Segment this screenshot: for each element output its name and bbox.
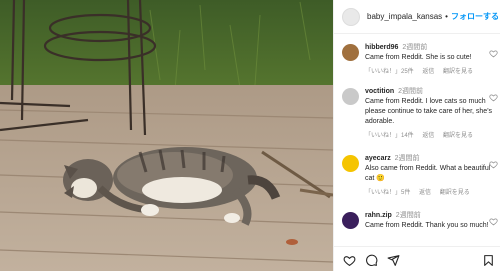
post-header: baby_impala_kansas • フォローする xyxy=(334,0,500,34)
commenter-username[interactable]: ayecarz xyxy=(365,155,391,162)
bookmark-icon[interactable] xyxy=(482,254,495,267)
commenter-avatar[interactable] xyxy=(342,88,359,105)
comment-time: 2週間前 xyxy=(402,44,428,51)
comment-time: 2週間前 xyxy=(398,88,424,95)
owner-username[interactable]: baby_impala_kansas xyxy=(367,12,442,21)
comment-time: 2週間前 xyxy=(395,212,421,219)
translate-button[interactable]: 翻訳を見る xyxy=(443,69,473,75)
reply-button[interactable]: 返信 xyxy=(419,190,431,196)
commenter-avatar[interactable] xyxy=(342,212,359,229)
reply-button[interactable]: 返信 xyxy=(422,133,434,139)
share-icon[interactable] xyxy=(387,254,400,267)
separator-dot: • xyxy=(445,12,448,21)
commenter-username[interactable]: hibberd96 xyxy=(365,44,398,51)
follow-button[interactable]: フォローする xyxy=(451,11,499,22)
comment-time: 2週間前 xyxy=(394,155,420,162)
heart-icon[interactable] xyxy=(343,254,356,267)
comment-text: Also came from Reddit. What a beautiful … xyxy=(365,165,491,182)
post-actions-bar xyxy=(334,246,500,272)
post-sidebar: baby_impala_kansas • フォローする hibberd96 2週… xyxy=(333,0,500,271)
comment-text: Came from Reddit. She is so cute! xyxy=(365,54,472,61)
commenter-username[interactable]: voctition xyxy=(365,88,394,95)
comment-icon[interactable] xyxy=(365,254,378,267)
commenter-avatar[interactable] xyxy=(342,155,359,172)
heart-icon[interactable] xyxy=(489,49,498,58)
comment-likes[interactable]: 「いいね！」5件 xyxy=(365,190,410,196)
cat-photo-image xyxy=(0,0,333,271)
comment-likes[interactable]: 「いいね！」25件 xyxy=(365,69,414,75)
translate-button[interactable]: 翻訳を見る xyxy=(440,190,470,196)
heart-icon[interactable] xyxy=(489,217,498,226)
post-photo[interactable] xyxy=(0,0,333,271)
heart-icon[interactable] xyxy=(489,93,498,102)
heart-icon[interactable] xyxy=(489,160,498,169)
comment-likes[interactable]: 「いいね！」14件 xyxy=(365,133,414,139)
owner-avatar[interactable] xyxy=(342,7,360,26)
commenter-username[interactable]: rahn.zip xyxy=(365,212,392,219)
comment-text: Came from Reddit. Thank you so much! xyxy=(365,222,489,229)
comment-text: Came from Reddit. I love cats so much pl… xyxy=(365,98,493,125)
commenter-avatar[interactable] xyxy=(342,44,359,61)
reply-button[interactable]: 返信 xyxy=(422,69,434,75)
translate-button[interactable]: 翻訳を見る xyxy=(443,133,473,139)
